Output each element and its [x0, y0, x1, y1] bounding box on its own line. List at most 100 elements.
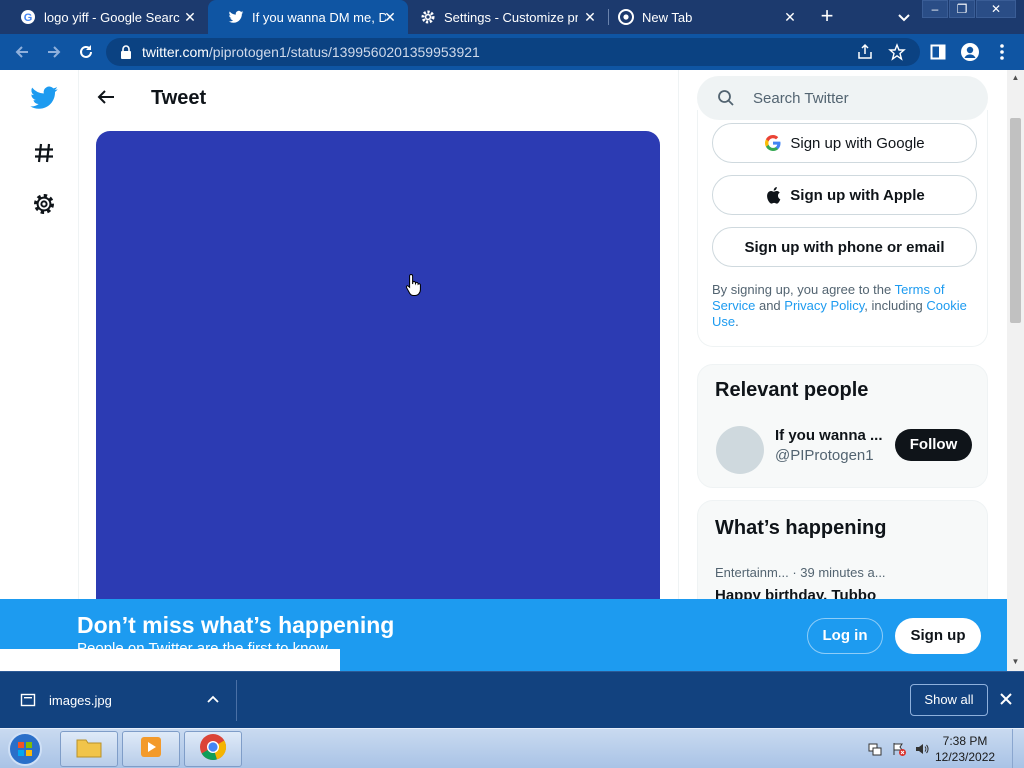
twitter-logo-icon[interactable]: [28, 82, 60, 114]
url-text: twitter.com/piprotogen1/status/139956020…: [142, 44, 480, 60]
signup-google-label: Sign up with Google: [790, 134, 925, 152]
left-nav: [0, 70, 79, 671]
address-bar[interactable]: twitter.com/piprotogen1/status/139956020…: [106, 38, 920, 66]
windows-taskbar: 7:38 PM 12/23/2022: [0, 728, 1024, 768]
follow-button[interactable]: Follow: [895, 429, 972, 461]
privacy-policy-link[interactable]: Privacy Policy: [784, 298, 864, 313]
signup-card: Sign up with Google Sign up with Apple S…: [697, 110, 988, 347]
chrome-icon: [199, 733, 227, 766]
back-icon[interactable]: [12, 42, 32, 62]
tab-new-tab[interactable]: New Tab ✕: [608, 0, 808, 34]
lock-icon[interactable]: [118, 44, 134, 60]
tweet-media-image[interactable]: [96, 131, 660, 671]
signup-apple-button[interactable]: Sign up with Apple: [712, 175, 977, 215]
divider: [236, 680, 237, 721]
reload-icon[interactable]: [76, 42, 96, 62]
search-bar[interactable]: [697, 76, 988, 120]
media-player-taskbar-button[interactable]: [122, 731, 180, 767]
url-host: twitter.com: [142, 44, 209, 60]
share-icon[interactable]: [856, 43, 874, 61]
sidebar-column: Sign up with Google Sign up with Apple S…: [697, 70, 989, 671]
close-icon[interactable]: ✕: [582, 9, 598, 25]
svg-text:G: G: [24, 12, 33, 24]
profile-avatar-icon[interactable]: [960, 42, 980, 62]
close-icon[interactable]: ✕: [782, 9, 798, 25]
signup-google-button[interactable]: Sign up with Google: [712, 123, 977, 163]
folder-icon: [75, 735, 103, 764]
browser-tab-strip: G logo yiff - Google Search ✕ If you wan…: [0, 0, 1024, 34]
google-icon: G: [20, 9, 36, 25]
tab-settings[interactable]: Settings - Customize prof ✕: [408, 0, 608, 34]
media-player-icon: [138, 734, 164, 765]
signup-button[interactable]: Sign up: [895, 618, 981, 654]
tab-search-chevron-icon[interactable]: [894, 7, 914, 27]
settings-gear-icon[interactable]: [28, 188, 60, 220]
chevron-up-icon[interactable]: [205, 692, 221, 708]
tab-title: New Tab: [642, 9, 693, 25]
primary-column: Tweet: [79, 70, 679, 671]
start-button-icon[interactable]: [6, 731, 44, 767]
person-name[interactable]: If you wanna ...: [775, 427, 883, 444]
chrome-taskbar-button[interactable]: [184, 731, 242, 767]
legal-text: , including: [864, 298, 927, 313]
twitter-icon: [228, 9, 244, 25]
google-g-icon: [764, 134, 782, 152]
relevant-people-card: Relevant people If you wanna ... @PIProt…: [697, 364, 988, 488]
clock-time[interactable]: 7:38 PM: [935, 734, 995, 748]
avatar[interactable]: [716, 426, 764, 474]
search-input[interactable]: [753, 87, 973, 109]
close-icon[interactable]: ✕: [382, 9, 398, 25]
browser-toolbar: twitter.com/piprotogen1/status/139956020…: [0, 34, 1024, 70]
chrome-icon: [618, 9, 634, 25]
window-controls: – ❐ ✕: [921, 0, 1016, 18]
signup-legal-text: By signing up, you agree to the Terms of…: [712, 282, 974, 330]
page-scrollbar[interactable]: ▲ ▼: [1007, 70, 1024, 671]
url-path: /piprotogen1/status/1399560201359953921: [208, 44, 480, 60]
download-shelf: images.jpg Show all: [0, 671, 1024, 728]
side-panel-icon[interactable]: [928, 42, 948, 62]
login-banner: Don’t miss what’s happening People on Tw…: [0, 599, 1007, 671]
clock-date[interactable]: 12/23/2022: [935, 750, 995, 764]
window-close-button[interactable]: ✕: [976, 0, 1016, 18]
gear-icon: [420, 9, 436, 25]
new-tab-button[interactable]: +: [816, 5, 838, 27]
explore-hashtag-icon[interactable]: [28, 137, 60, 169]
page-title: Tweet: [151, 87, 207, 109]
scroll-thumb[interactable]: [1010, 118, 1021, 323]
network-icon[interactable]: [867, 741, 883, 757]
menu-kebab-icon[interactable]: [992, 42, 1012, 62]
minimize-button[interactable]: –: [922, 0, 948, 18]
close-icon[interactable]: [998, 691, 1014, 707]
whats-happening-title: What’s happening: [715, 517, 887, 539]
image-file-icon: [20, 692, 36, 708]
back-arrow-icon[interactable]: [95, 86, 117, 108]
trend-meta: Entertainm... · 39 minutes a...: [715, 565, 886, 580]
forward-icon[interactable]: [44, 42, 64, 62]
download-filename[interactable]: images.jpg: [49, 693, 112, 708]
apple-icon: [764, 186, 782, 204]
volume-icon[interactable]: [914, 741, 930, 757]
tab-twitter-status[interactable]: If you wanna DM me, DM ✕: [208, 0, 408, 34]
tweet-header: Tweet: [79, 70, 679, 126]
show-desktop-button[interactable]: [1012, 729, 1024, 768]
tab-title: If you wanna DM me, DM: [252, 9, 386, 25]
signup-phone-email-button[interactable]: Sign up with phone or email: [712, 227, 977, 267]
show-all-downloads-button[interactable]: Show all: [910, 684, 988, 716]
legal-text: .: [735, 314, 739, 329]
hand-cursor-icon: [405, 273, 423, 297]
star-icon[interactable]: [888, 43, 906, 61]
signup-apple-label: Sign up with Apple: [790, 186, 925, 204]
close-icon[interactable]: ✕: [182, 9, 198, 25]
banner-overlay-mask: [0, 649, 340, 671]
banner-title: Don’t miss what’s happening: [77, 612, 395, 638]
file-explorer-taskbar-button[interactable]: [60, 731, 118, 767]
scroll-up-arrow-icon[interactable]: ▲: [1011, 73, 1020, 82]
twitter-page: Tweet Sign up with Google Sign up with A…: [0, 70, 1024, 671]
tab-google-search[interactable]: G logo yiff - Google Search ✕: [0, 0, 208, 34]
search-icon: [717, 89, 735, 107]
scroll-down-arrow-icon[interactable]: ▼: [1011, 657, 1020, 666]
action-center-flag-icon[interactable]: [891, 741, 907, 757]
login-button[interactable]: Log in: [807, 618, 883, 654]
trend-category: Entertainm...: [715, 565, 789, 580]
restore-button[interactable]: ❐: [949, 0, 975, 18]
